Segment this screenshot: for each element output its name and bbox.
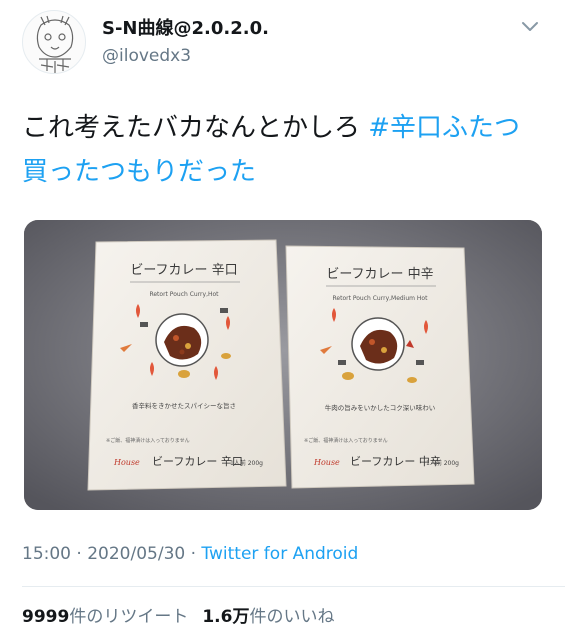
chevron-down-icon[interactable]: [518, 14, 542, 38]
left-box-title: ビーフカレー 辛口: [130, 263, 237, 278]
retweet-count: 9999: [22, 607, 70, 627]
meta-separator: ·: [190, 544, 197, 564]
tweet-body: これ考えたバカなんとかしろ: [22, 113, 369, 143]
right-curry-box: ビーフカレー 中辛 Retort Pouch Curry,Medium Hot …: [285, 245, 475, 489]
tweet-stats: 9999件のリツイート 1.6万件のいいね: [22, 602, 334, 627]
right-box-title: ビーフカレー 中辛: [326, 267, 433, 282]
retweet-label: 件のリツイート: [69, 607, 189, 627]
tweet-header: S-N曲線@2.0.2.0. @ilovedx3: [22, 10, 542, 80]
retweet-stat[interactable]: 9999件のリツイート: [22, 607, 188, 627]
divider: [22, 586, 565, 587]
user-names: S-N曲線@2.0.2.0. @ilovedx3: [102, 14, 269, 66]
like-stat[interactable]: 1.6万件のいいね: [202, 607, 334, 627]
tweet-meta: 15:00 · 2020/05/30 · Twitter for Android: [22, 544, 358, 564]
left-curry-box: ビーフカレー 辛口 Retort Pouch Curry,Hot 香辛料をきかせ…: [87, 239, 287, 491]
right-box-serving: 1人前 200g: [426, 459, 459, 467]
right-box-note: ※ご飯、福神漬けは入っておりません: [304, 437, 388, 444]
tweet-time[interactable]: 15:00: [22, 544, 71, 564]
left-box-note: ※ご飯、福神漬けは入っておりません: [106, 437, 190, 444]
left-box-subtitle: Retort Pouch Curry,Hot: [149, 291, 219, 298]
like-count: 1.6万: [202, 607, 250, 627]
meta-separator: ·: [76, 544, 82, 564]
right-box-subtitle: Retort Pouch Curry,Medium Hot: [333, 295, 429, 302]
left-box-brand: House: [113, 458, 140, 467]
right-box-brand: House: [313, 458, 340, 467]
tweet-text: これ考えたバカなんとかしろ #辛口ふたつ買ったつもりだった: [22, 106, 542, 194]
tweet-photo[interactable]: ビーフカレー 辛口 Retort Pouch Curry,Hot 香辛料をきかせ…: [24, 220, 542, 510]
like-label: 件のいいね: [249, 607, 335, 627]
tweet-date[interactable]: 2020/05/30: [87, 544, 185, 564]
left-box-tagline: 香辛料をきかせたスパイシーな旨さ: [132, 401, 236, 410]
photo-illustration: ビーフカレー 辛口 Retort Pouch Curry,Hot 香辛料をきかせ…: [24, 220, 542, 510]
avatar-sketch: [36, 15, 74, 73]
avatar[interactable]: [22, 10, 86, 74]
right-box-tagline: 牛肉の旨みをいかしたコク深い味わい: [325, 403, 436, 412]
display-name[interactable]: S-N曲線@2.0.2.0.: [102, 14, 269, 40]
user-handle[interactable]: @ilovedx3: [102, 46, 269, 66]
left-box-serving: 1人前 200g: [230, 459, 263, 467]
tweet-source-link[interactable]: Twitter for Android: [201, 544, 358, 564]
